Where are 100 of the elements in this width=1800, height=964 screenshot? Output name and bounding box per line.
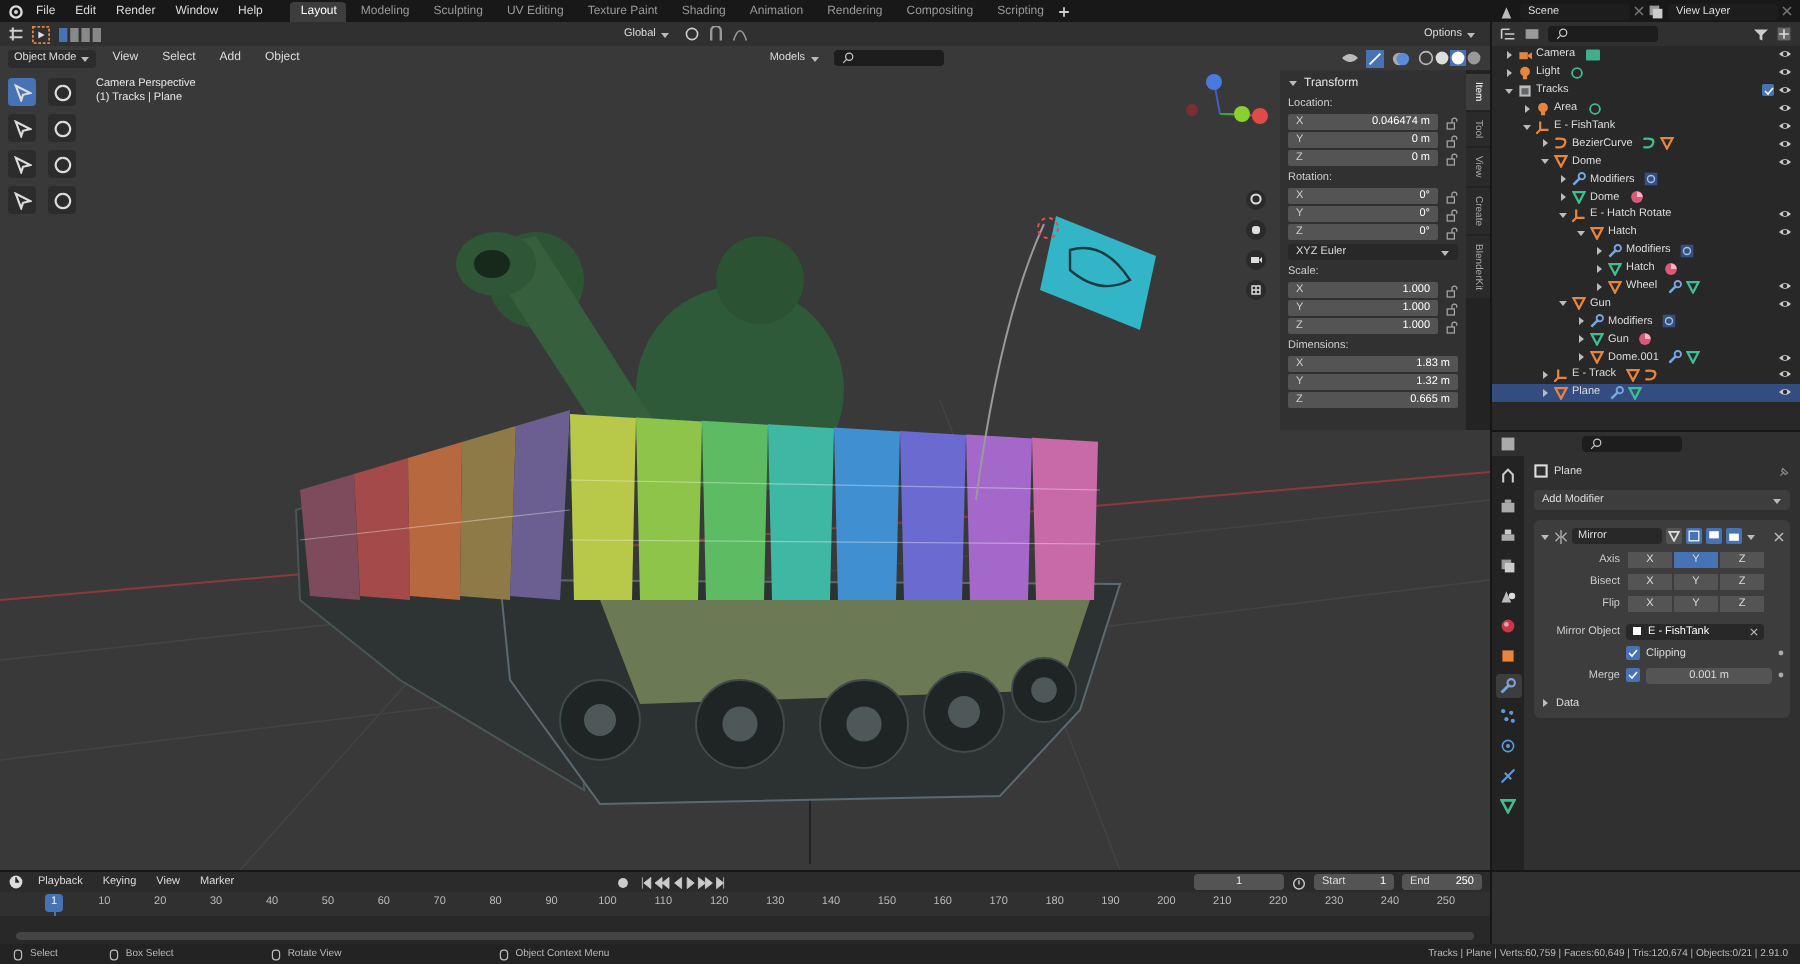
search-field[interactable]	[1548, 26, 1658, 42]
mouse-icon	[107, 947, 120, 961]
wrench-icon	[1572, 172, 1586, 187]
edit-mode-toggle[interactable]	[1686, 528, 1702, 544]
camera-back-icon	[1500, 498, 1516, 514]
triangle-icon	[1685, 279, 1700, 294]
close-icon[interactable]	[1634, 6, 1644, 16]
search-field[interactable]	[833, 50, 944, 66]
eye-icon[interactable]	[1778, 102, 1792, 115]
checkbox[interactable]	[1762, 84, 1774, 97]
filter-icon[interactable]	[1754, 27, 1768, 41]
keyframe-dot-icon[interactable]	[1778, 672, 1784, 678]
keyframe-dot-icon[interactable]	[1778, 650, 1784, 656]
mirror-modifier-icon	[1554, 529, 1568, 543]
mouse-icon	[497, 947, 510, 961]
properties-tab[interactable]	[1495, 674, 1521, 698]
triangle-icon	[1660, 136, 1675, 151]
triangle-icon	[1686, 350, 1701, 365]
record-icon[interactable]	[616, 875, 631, 889]
properties-tab[interactable]	[1495, 764, 1521, 788]
lock-icon[interactable]	[1446, 133, 1458, 147]
playback-controls-icon[interactable]	[638, 875, 729, 889]
close-icon	[1750, 627, 1758, 635]
overlay-icon[interactable]	[1392, 49, 1410, 67]
checkbox[interactable]	[1626, 646, 1640, 660]
lock-icon[interactable]	[1446, 189, 1458, 203]
clock-icon[interactable]	[8, 874, 24, 890]
light-bulb-icon	[1569, 65, 1584, 80]
properties-tab[interactable]	[1495, 794, 1521, 818]
3d-cursor-icon	[1037, 217, 1059, 239]
eye-icon[interactable]	[1778, 297, 1792, 310]
filter-mode-icon[interactable]	[1524, 26, 1540, 42]
grid-icon[interactable]	[1246, 280, 1266, 300]
proportional-edit-icon[interactable]	[731, 26, 748, 42]
close-icon[interactable]	[1774, 531, 1784, 541]
search-field[interactable]	[1582, 436, 1682, 452]
blender-logo-icon[interactable]	[8, 3, 24, 19]
lock-icon[interactable]	[1446, 301, 1458, 315]
eye-icon[interactable]	[1778, 137, 1792, 150]
lock-icon[interactable]	[1446, 115, 1458, 129]
edit-cage-toggle[interactable]	[1666, 528, 1682, 544]
close-icon[interactable]	[1782, 6, 1792, 16]
camera-icon[interactable]	[1246, 250, 1266, 270]
lock-icon[interactable]	[1446, 283, 1458, 297]
eye-icon[interactable]	[1778, 368, 1792, 381]
modifier-icon	[1644, 172, 1659, 187]
viewport-toggle[interactable]	[1706, 528, 1722, 544]
new-collection-icon[interactable]	[1776, 26, 1792, 42]
cursor-icon[interactable]	[48, 78, 76, 106]
triangle-icon	[1554, 154, 1568, 169]
lock-icon[interactable]	[1446, 225, 1458, 239]
square-icon	[1534, 464, 1548, 478]
caret-icon	[809, 53, 820, 63]
editor-type-icon[interactable]	[8, 26, 24, 42]
eye-icon[interactable]	[1778, 66, 1792, 79]
camera-icon	[1728, 530, 1740, 542]
search-icon	[1590, 438, 1602, 450]
eye-icon[interactable]	[1778, 120, 1792, 132]
orbit-icon	[1500, 738, 1516, 754]
wrench-icon	[1608, 243, 1622, 258]
curve-icon	[1642, 136, 1657, 151]
eye-icon[interactable]	[1778, 48, 1792, 61]
editor-type-icon[interactable]	[1500, 436, 1516, 452]
pivot-icon[interactable]	[683, 26, 700, 42]
eye-icon[interactable]	[1778, 226, 1792, 239]
eye-icon[interactable]	[1778, 208, 1792, 221]
selection-mode-icon[interactable]	[58, 27, 102, 41]
caret-icon	[1772, 495, 1782, 505]
eye-icon[interactable]	[1778, 280, 1792, 293]
lock-icon[interactable]	[1446, 151, 1458, 165]
checkbox[interactable]	[1626, 668, 1640, 682]
checkmark-icon	[1628, 670, 1638, 680]
lock-icon[interactable]	[1446, 207, 1458, 221]
eye-icon[interactable]	[1778, 351, 1792, 364]
select-box-icon[interactable]	[8, 78, 36, 106]
eye-icon[interactable]	[1778, 155, 1792, 168]
layers-icon[interactable]	[1648, 3, 1664, 19]
printer-icon	[1500, 528, 1516, 544]
snap-icon[interactable]	[707, 26, 724, 42]
stopwatch-icon[interactable]	[1292, 875, 1306, 889]
caret-icon	[1746, 531, 1756, 541]
render-toggle[interactable]	[1726, 528, 1742, 544]
play-frame-icon[interactable]	[32, 25, 50, 43]
properties-tab[interactable]	[1495, 704, 1521, 728]
hand-icon[interactable]	[1246, 220, 1266, 240]
eye-icon[interactable]	[1778, 84, 1792, 97]
pin-icon[interactable]	[1778, 465, 1790, 477]
add-icon[interactable]	[1057, 5, 1070, 17]
triangle-icon	[1572, 296, 1586, 311]
axes-icon	[1536, 119, 1550, 133]
wrench-icon	[1500, 678, 1516, 694]
triangle-icon	[1572, 190, 1586, 205]
lock-icon[interactable]	[1446, 319, 1458, 333]
display-mode-icon[interactable]	[1500, 26, 1516, 42]
zoom-icon[interactable]	[1246, 190, 1266, 210]
eye-icon[interactable]	[1778, 386, 1792, 399]
visibility-icon[interactable]	[1342, 50, 1358, 66]
shading-modes-icon[interactable]	[1418, 50, 1482, 66]
search-icon	[1556, 28, 1568, 40]
gizmo-toggle-icon[interactable]	[1366, 49, 1384, 67]
